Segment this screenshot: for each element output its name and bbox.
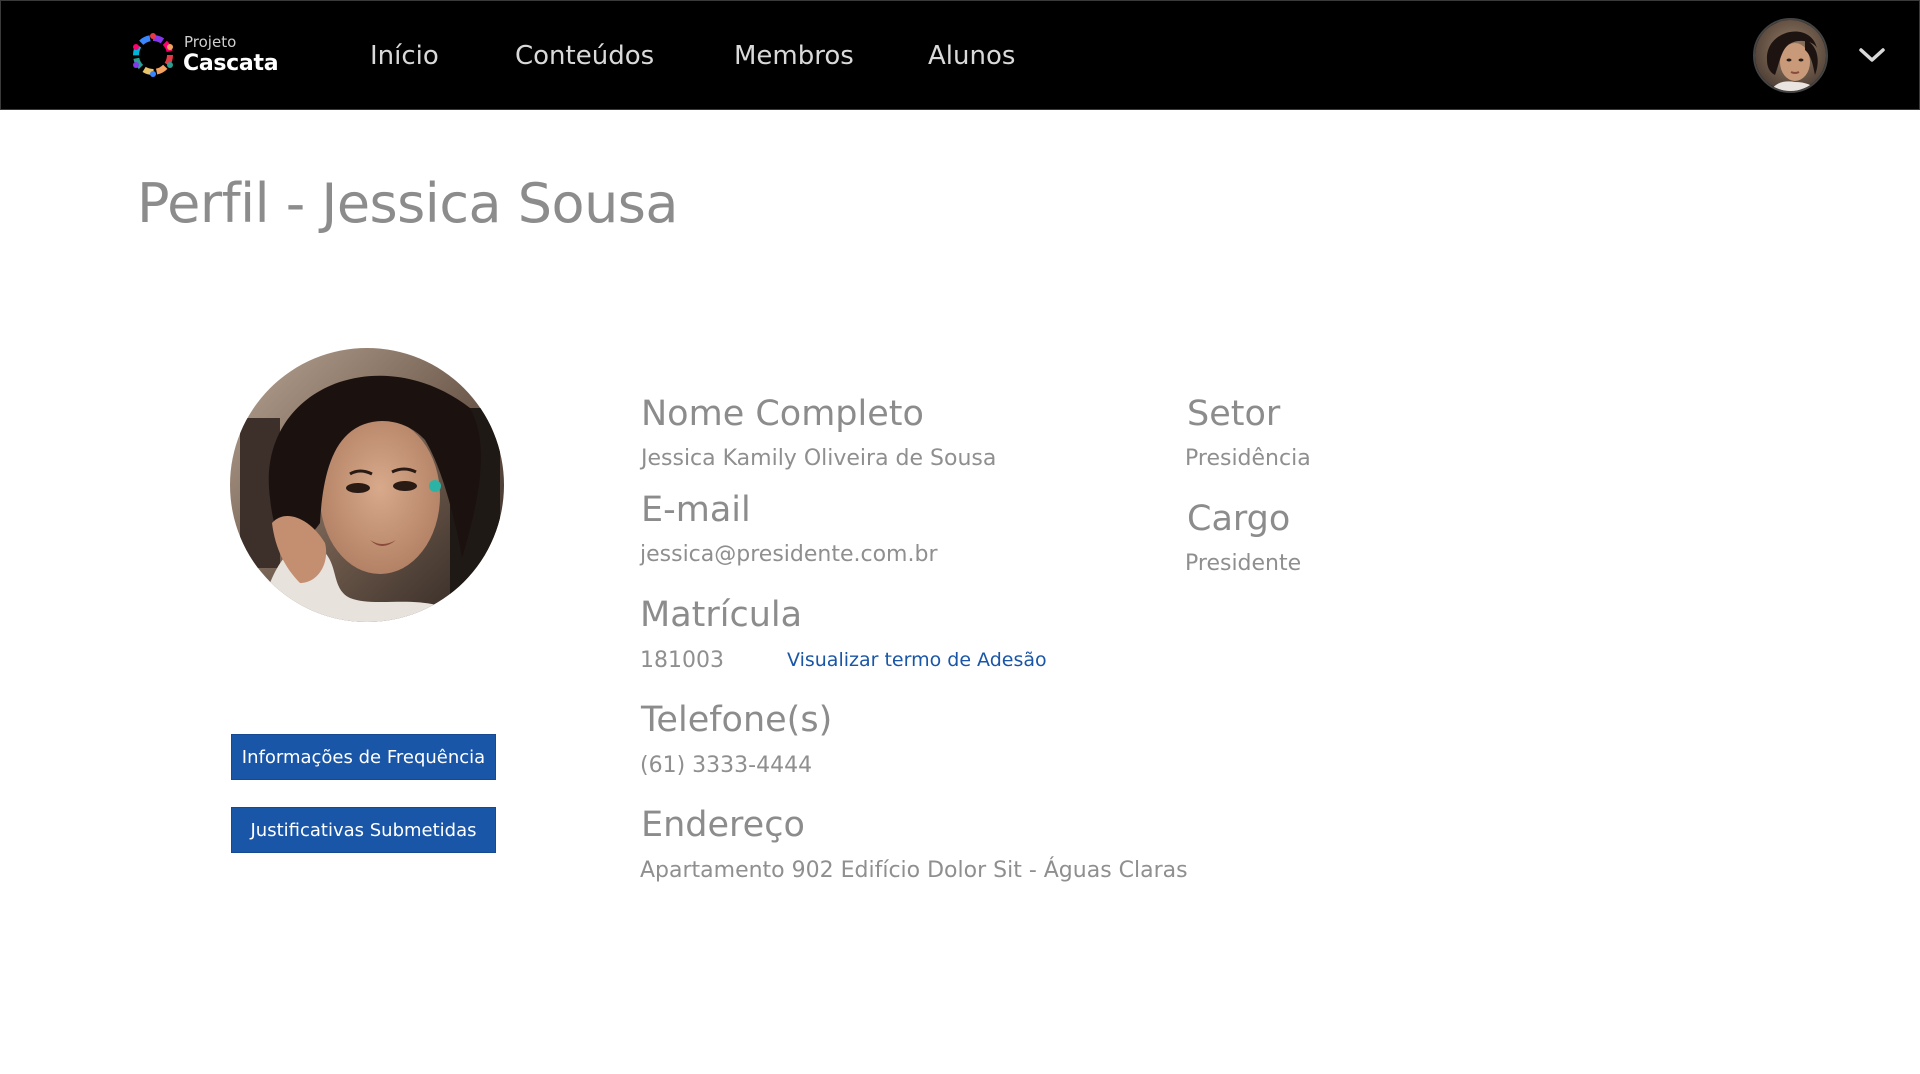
address-value: Apartamento 902 Edifício Dolor Sit - Águ… <box>640 858 1188 883</box>
phone-value: (61) 3333-4444 <box>640 753 813 778</box>
email-label: E-mail <box>641 490 751 530</box>
nav-link-conteudos[interactable]: Conteúdos <box>515 41 654 71</box>
user-avatar-image <box>1755 20 1826 91</box>
nav-link-membros[interactable]: Membros <box>734 41 854 71</box>
logo-big-text: Cascata <box>183 51 279 76</box>
sector-value: Presidência <box>1185 446 1311 471</box>
logo-small-text: Projeto <box>184 33 237 51</box>
full-name-label: Nome Completo <box>641 394 924 434</box>
email-value: jessica@presidente.com.br <box>640 542 938 567</box>
view-membership-term-link[interactable]: Visualizar termo de Adesão <box>787 649 1047 671</box>
registration-label: Matrícula <box>640 595 803 635</box>
profile-photo <box>230 348 504 622</box>
phone-label: Telefone(s) <box>641 700 833 740</box>
full-name-value: Jessica Kamily Oliveira de Sousa <box>641 446 997 471</box>
frequency-info-button[interactable]: Informações de Frequência <box>231 734 496 780</box>
page-title: Perfil - Jessica Sousa <box>137 172 679 235</box>
nav-link-inicio[interactable]: Início <box>370 41 439 71</box>
brand-logo[interactable]: Projeto Cascata <box>127 29 287 85</box>
top-navbar: Projeto Cascata Início Conteúdos Membros… <box>0 0 1920 110</box>
role-label: Cargo <box>1187 499 1291 539</box>
role-value: Presidente <box>1185 551 1302 576</box>
address-label: Endereço <box>641 805 805 845</box>
profile-photo-image <box>230 348 504 622</box>
submitted-justifications-button[interactable]: Justificativas Submetidas <box>231 807 496 853</box>
sector-label: Setor <box>1187 394 1281 434</box>
chevron-down-icon[interactable] <box>1857 43 1887 67</box>
registration-value: 181003 <box>640 648 724 673</box>
user-avatar[interactable] <box>1753 18 1828 93</box>
nav-link-alunos[interactable]: Alunos <box>928 41 1015 71</box>
cascata-logo-icon <box>133 33 173 77</box>
